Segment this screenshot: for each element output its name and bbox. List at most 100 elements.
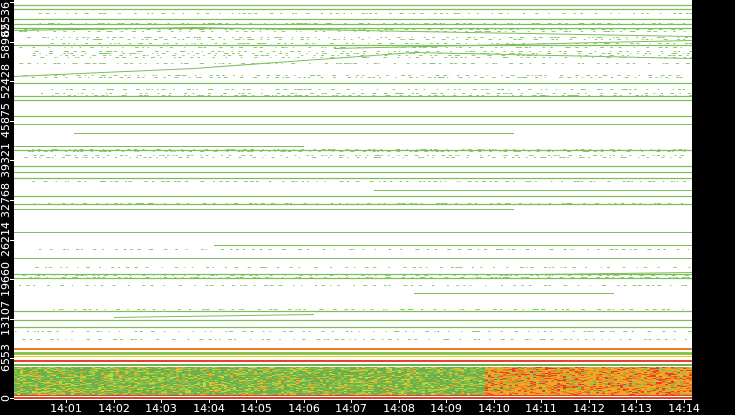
heat-cell (575, 368, 578, 369)
heat-cell (401, 372, 404, 373)
trace-dot (306, 53, 308, 54)
heat-cell (275, 368, 278, 369)
heat-cell (650, 372, 653, 373)
trace-dot (584, 55, 588, 56)
trace-dot (119, 77, 124, 78)
heat-cell (476, 377, 479, 378)
heat-cell (548, 372, 551, 373)
heat-cell (56, 374, 59, 375)
heat-cell (575, 371, 578, 372)
heat-cell (278, 370, 281, 371)
trace-dot (127, 285, 130, 286)
trace-dot (661, 157, 665, 158)
heat-cell (410, 373, 413, 374)
trace-dot (368, 37, 370, 38)
heat-cell (188, 367, 191, 368)
trace-dot (607, 327, 612, 328)
trace-dot (176, 203, 180, 204)
heat-cell (224, 374, 227, 375)
heat-cell (62, 372, 65, 373)
trace-dot (278, 37, 280, 38)
heat-cell (401, 367, 404, 368)
heat-cell (47, 368, 50, 369)
heat-cell (140, 370, 143, 371)
heat-cell (566, 376, 569, 377)
heat-cell (593, 368, 596, 369)
trace-dot (261, 93, 263, 94)
trace-dot (62, 309, 64, 310)
trace-dot (529, 339, 532, 340)
heat-cell (539, 368, 542, 369)
heat-cell (671, 376, 674, 377)
trace-dot (163, 63, 168, 64)
heat-cell (38, 369, 41, 370)
trace-dot (648, 75, 653, 76)
heat-cell (575, 374, 578, 375)
trace-dot (276, 267, 280, 268)
heat-cell (152, 367, 155, 368)
heat-cell (401, 373, 404, 374)
heat-cell (446, 375, 449, 376)
trace-dot (509, 53, 512, 54)
trace-dot (221, 249, 225, 250)
trace-dot (241, 327, 244, 328)
heat-cell (56, 375, 59, 376)
heat-cell (677, 372, 680, 373)
heat-cell (674, 367, 677, 368)
trace-dot (250, 13, 252, 14)
trace-dot (78, 77, 82, 78)
heat-cell (134, 368, 137, 369)
trace-dot (15, 331, 17, 332)
trace-dot (577, 63, 581, 64)
trace-dot (367, 77, 371, 78)
trace-dot (281, 9, 285, 10)
trace-dot (127, 39, 131, 40)
trace-dot (233, 181, 238, 182)
trace-dot (486, 275, 491, 276)
heat-cell (155, 368, 158, 369)
heat-cell (275, 376, 278, 377)
trace-dot (172, 9, 174, 10)
heat-cell (428, 376, 431, 377)
heat-cell (83, 372, 86, 373)
trace-dot (210, 89, 214, 90)
heat-cell (35, 371, 38, 372)
trace-dot (219, 13, 221, 14)
heat-cell (581, 376, 584, 377)
heat-cell (155, 376, 158, 377)
heat-cell (176, 372, 179, 373)
heat-cell (596, 367, 599, 368)
trace-dot (403, 285, 408, 286)
heat-cell (29, 368, 32, 369)
heat-cell (161, 367, 164, 368)
heat-cell (518, 374, 521, 375)
trace-dot (104, 275, 108, 276)
trace-dot (405, 51, 409, 52)
trace-dot (511, 53, 515, 54)
trace-dot (102, 181, 107, 182)
trace-dot (276, 93, 281, 94)
heat-cell (122, 370, 125, 371)
heat-cell (278, 376, 281, 377)
heat-cell (86, 377, 89, 378)
trace-dot (466, 157, 469, 158)
trace-dot (492, 149, 494, 150)
heat-cell (473, 371, 476, 372)
trace-dot (428, 181, 431, 182)
heat-cell (320, 368, 323, 369)
heat-cell (362, 372, 365, 373)
trace-dot (457, 75, 459, 76)
trace-dot (53, 309, 55, 310)
trace-dot (63, 249, 66, 250)
trace-dot (640, 9, 644, 10)
trace-dot (641, 13, 644, 14)
heat-cell (269, 373, 272, 374)
trace-dot (304, 43, 309, 44)
heat-cell (110, 370, 113, 371)
trace-dot (418, 181, 422, 182)
heat-cell (224, 367, 227, 368)
trace-dot (536, 93, 540, 94)
heat-cell (533, 377, 536, 378)
heat-cell (611, 367, 614, 368)
trace-dot (335, 339, 339, 340)
